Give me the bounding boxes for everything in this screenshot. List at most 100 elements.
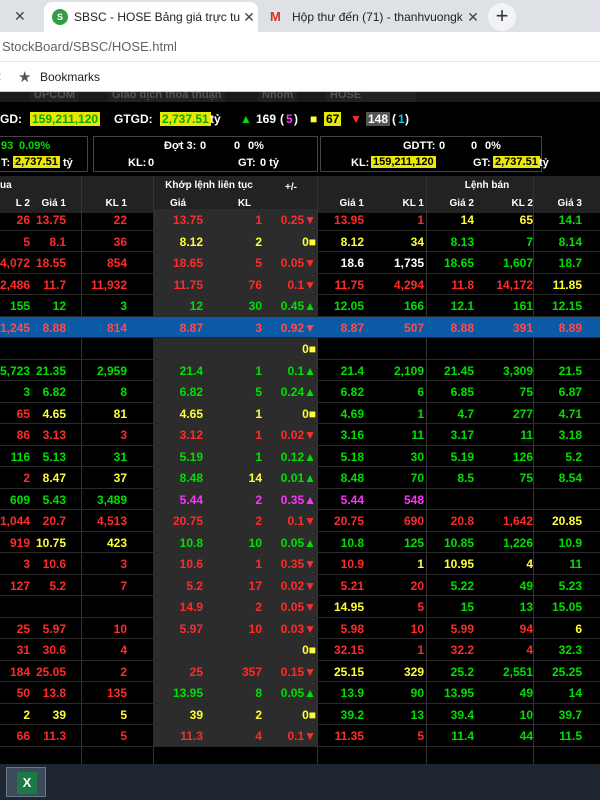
menu-tab-hose[interactable]: HOSE <box>326 92 416 102</box>
table-row[interactable]: 5 8.1 36 8.12 2 0■ 8.12 34 8.13 7 8.14 <box>0 230 600 252</box>
table-row[interactable]: 25 5.97 10 5.97 10 0.03▼ 5.98 10 5.99 94 6 <box>0 617 600 639</box>
close-icon[interactable]: ✕ <box>464 9 482 26</box>
table-row[interactable]: 4,072 18.55 854 18.65 5 0.05▼ 18.6 1,735 18.65 1,… <box>0 252 600 274</box>
close-icon[interactable]: ✕ <box>14 8 26 25</box>
table-row[interactable]: 31 30.6 4 0■ 32.15 1 32.2 4 32.3 <box>0 639 600 661</box>
table-cell: 25.15 <box>333 664 364 679</box>
column-header: Giá 3 <box>557 198 582 209</box>
table-cell: 70 <box>410 471 424 485</box>
table-cell: 8.1 <box>49 234 66 249</box>
table-cell: 5.43 <box>42 492 66 507</box>
table-cell: 15 <box>460 600 474 614</box>
table-row[interactable]: 50 13.8 135 13.95 8 0.05▲ 13.9 90 13.95 49 14 <box>0 682 600 704</box>
table-row[interactable]: 116 5.13 31 5.19 1 0.12▲ 5.18 30 5.19 126 5.2 <box>0 445 600 467</box>
table-cell: 0.12▲ <box>280 449 316 464</box>
menu-tab-upcom[interactable]: UPCOM <box>30 92 79 102</box>
table-cell: 11.85 <box>552 277 582 292</box>
table-cell: 2 <box>255 707 262 722</box>
table-cell: 3 <box>120 428 127 442</box>
table-cell: 2 <box>255 514 262 528</box>
table-row[interactable]: 609 5.43 3,489 5.44 2 0.35▲ 5.44 548 <box>0 488 600 510</box>
table-cell: 25.25 <box>551 664 582 679</box>
url-text[interactable]: StockBoard/SBSC/HOSE.html <box>2 39 177 54</box>
table-row[interactable]: 86 3.13 3 3.12 1 0.02▼ 3.16 11 3.17 11 3.18 <box>0 424 600 446</box>
table-cell: 4.65 <box>42 406 66 421</box>
table-cell: 10 <box>113 621 127 636</box>
table-cell: 1 <box>255 213 262 227</box>
table-row[interactable]: 2 39 5 39 2 0■ 39.2 13 39.4 10 39.7 <box>0 703 600 725</box>
table-cell: 0.25▼ <box>280 213 316 227</box>
table-row[interactable]: 0■ <box>0 338 600 360</box>
table-cell: 30.6 <box>42 643 66 657</box>
menu-tab-thoathuan[interactable]: Giao dịch thỏa thuận <box>108 92 226 102</box>
down-count: 148 <box>366 112 391 126</box>
table-row[interactable]: 2 8.47 37 8.48 14 0.01▲ 8.48 70 8.5 75 8.54 <box>0 467 600 489</box>
table-row[interactable]: 919 10.75 423 10.8 10 0.05▲ 10.8 125 10.85 1,226 1… <box>0 531 600 553</box>
bookmarks-bar: : ★ Bookmarks <box>0 62 600 92</box>
ceiling-count: 5 <box>286 112 293 126</box>
table-cell: 20.75 <box>333 514 364 528</box>
table-row[interactable]: 127 5.2 7 5.2 17 0.02▼ 5.21 20 5.22 49 5.23 <box>0 574 600 596</box>
table-cell: 1 <box>417 406 424 421</box>
tab-sbsc[interactable]: S SBSC - HOSE Bảng giá trực tuyến ✕ <box>44 2 258 32</box>
tab-title: Hộp thư đến (71) - thanhvuongk <box>292 10 463 24</box>
table-cell: 10.6 <box>42 557 66 571</box>
table-row[interactable]: 3 10.6 3 10.6 1 0.35▼ 10.9 1 10.95 4 11 <box>0 553 600 575</box>
table-cell: 1 <box>255 557 262 571</box>
table-cell: 11.4 <box>451 729 474 743</box>
table-cell: 11.5 <box>559 729 582 743</box>
table-row[interactable]: 5,723 21.35 2,959 21.4 1 0.1▲ 21.4 2,109 21.45 3,… <box>0 359 600 381</box>
table-cell: 1 <box>255 449 262 464</box>
excel-taskbar-button[interactable]: X <box>6 767 46 797</box>
table-row[interactable]: 155 12 3 12 30 0.45▲ 12.05 166 12.1 161 12.15 <box>0 295 600 317</box>
gdtt-gt-unit: tỷ <box>539 157 549 169</box>
table-cell: 5.99 <box>450 621 474 636</box>
table-row[interactable]: 2,486 11.7 11,932 11.75 76 0.1▼ 11.75 4,294 11.8… <box>0 273 600 295</box>
table-cell: 18.6 <box>340 256 364 270</box>
table-row[interactable]: 65 4.65 81 4.65 1 0■ 4.69 1 4.7 277 4.71 <box>0 402 600 424</box>
close-icon[interactable]: ✕ <box>240 9 258 26</box>
table-cell: 49 <box>519 686 533 700</box>
table-cell: 0.1▼ <box>287 729 316 743</box>
table-cell: 4.71 <box>558 406 582 421</box>
market-summary: GD: 159,211,120 GTGD: 2,737.51 tỷ ▲ 169 … <box>0 112 409 126</box>
new-tab-button[interactable]: + <box>488 3 516 31</box>
table-cell: 20.85 <box>551 514 582 528</box>
table-row[interactable]: 26 13.75 22 13.75 1 0.25▼ 13.95 1 14 65 14.1 <box>0 209 600 231</box>
table-cell: 21.45 <box>443 363 474 378</box>
table-cell: 13.95 <box>443 686 474 700</box>
table-cell: 4.7 <box>457 406 474 421</box>
table-cell: 5 <box>120 707 127 722</box>
table-cell: 14 <box>568 686 582 700</box>
table-cell: 10.9 <box>340 557 364 571</box>
session3-v2: 0 <box>234 140 241 152</box>
table-cell: 0.24▲ <box>280 385 316 399</box>
table-cell: 14 <box>248 471 262 485</box>
address-bar[interactable]: StockBoard/SBSC/HOSE.html <box>0 32 600 62</box>
table-cell: 0.02▼ <box>280 428 316 442</box>
table-cell: 11,932 <box>90 277 127 292</box>
table-cell: 5.23 <box>558 578 582 593</box>
table-cell: 0.1▼ <box>287 514 316 528</box>
table-cell: 277 <box>512 406 533 421</box>
table-cell: 5.44 <box>179 492 203 507</box>
table-row[interactable]: 3 6.82 8 6.82 5 0.24▲ 6.82 6 6.85 75 6.87 <box>0 381 600 403</box>
table-row[interactable]: 184 25.05 2 25 357 0.15▼ 25.15 329 25.2 2,551 25.2… <box>0 660 600 682</box>
table-row[interactable]: 1,245 8.88 814 8.87 3 0.92▼ 8.87 507 8.88 391 8.89 <box>0 316 600 338</box>
table-cell: 10 <box>248 621 262 636</box>
apps-icon[interactable]: : <box>0 69 1 83</box>
table-cell: 5 <box>417 600 424 614</box>
bookmarks-folder[interactable]: Bookmarks <box>40 70 100 84</box>
table-row[interactable]: 66 11.3 5 11.3 4 0.1▼ 11.35 5 11.4 44 11.5 <box>0 725 600 747</box>
table-cell: 32.3 <box>558 643 582 657</box>
value-amount: 2,737.51 <box>13 156 60 168</box>
table-cell: 0.15▼ <box>280 664 316 679</box>
table-cell: 161 <box>512 299 533 313</box>
table-cell: 11.75 <box>173 277 203 292</box>
table-row[interactable]: 1,044 20.7 4,513 20.75 2 0.1▼ 20.75 690 20.8 1,64… <box>0 510 600 532</box>
table-cell: 5.2 <box>186 578 203 593</box>
table-row[interactable]: 14.9 2 0.05▼ 14.95 5 15 13 15.05 <box>0 596 600 618</box>
gdtt-kl-label: KL: <box>351 157 370 169</box>
menu-tab-nhom[interactable]: Nhóm <box>258 92 298 102</box>
tab-gmail[interactable]: M Hộp thư đến (71) - thanhvuongk ✕ <box>262 2 482 32</box>
